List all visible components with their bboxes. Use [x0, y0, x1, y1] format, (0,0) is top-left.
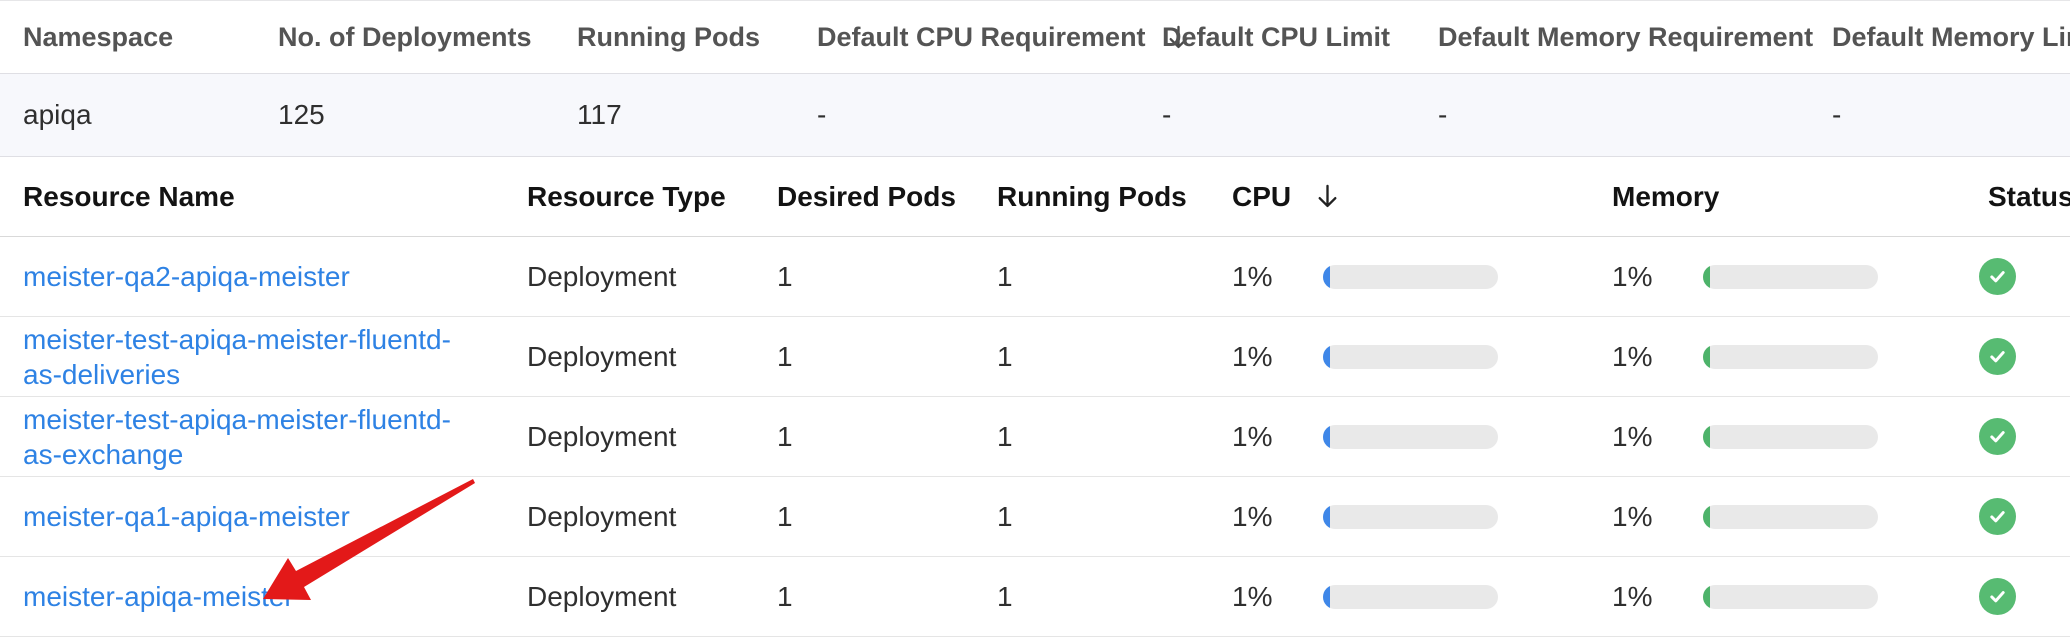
memory-value: 1% — [1612, 421, 1703, 453]
table-row: meister-qa1-apiqa-meister Deployment 1 1… — [0, 477, 2070, 557]
desired-pods: 1 — [777, 501, 997, 533]
cpu-progress-bar — [1323, 585, 1498, 609]
resource-type: Deployment — [527, 501, 777, 533]
resource-link[interactable]: meister-qa1-apiqa-meister — [23, 499, 350, 534]
default-memory-requirement-value: - — [1438, 99, 1832, 131]
cpu-value: 1% — [1232, 421, 1323, 453]
col-header-running-pods[interactable]: Running Pods — [997, 181, 1232, 213]
col-header-cpu[interactable]: CPU — [1232, 181, 1612, 213]
table-row: meister-test-apiqa-meister-fluentd-as-de… — [0, 317, 2070, 397]
memory-progress-bar — [1703, 265, 1878, 289]
resource-name-cell: meister-qa1-apiqa-meister — [23, 499, 527, 534]
table-row: meister-test-apiqa-meister-fluentd-as-ex… — [0, 397, 2070, 477]
cpu-progress-bar — [1323, 425, 1498, 449]
memory-value: 1% — [1612, 341, 1703, 373]
running-pods: 1 — [997, 341, 1232, 373]
resource-type: Deployment — [527, 341, 777, 373]
status-cell — [1988, 258, 2062, 295]
desired-pods: 1 — [777, 341, 997, 373]
desired-pods: 1 — [777, 261, 997, 293]
memory-progress-bar — [1703, 345, 1878, 369]
memory-progress-bar — [1703, 505, 1878, 529]
status-healthy-icon — [1979, 498, 2016, 535]
col-header-desired-pods[interactable]: Desired Pods — [777, 181, 997, 213]
namespace-name: apiqa — [23, 99, 278, 131]
resource-name-cell: meister-qa2-apiqa-meister — [23, 259, 527, 294]
resource-table: Resource Name Resource Type Desired Pods… — [0, 157, 2070, 637]
col-header-resource-type[interactable]: Resource Type — [527, 181, 777, 213]
col-header-default-memory-limit[interactable]: Default Memory Limit — [1832, 22, 2070, 53]
memory-value: 1% — [1612, 261, 1703, 293]
table-row: meister-apiqa-meister Deployment 1 1 1% … — [0, 557, 2070, 637]
memory-value: 1% — [1612, 501, 1703, 533]
default-cpu-requirement-value: - — [817, 99, 1162, 131]
desired-pods: 1 — [777, 421, 997, 453]
running-pods: 1 — [997, 501, 1232, 533]
running-pods: 1 — [997, 581, 1232, 613]
resource-name-cell: meister-apiqa-meister — [23, 579, 527, 614]
resource-link[interactable]: meister-apiqa-meister — [23, 579, 294, 614]
cpu-progress-bar — [1323, 265, 1498, 289]
resource-name-cell: meister-test-apiqa-meister-fluentd-as-de… — [23, 322, 527, 392]
col-header-default-cpu-requirement[interactable]: Default CPU Requirement — [817, 22, 1162, 53]
status-healthy-icon — [1979, 338, 2016, 375]
memory-progress-bar — [1703, 425, 1878, 449]
status-healthy-icon — [1979, 418, 2016, 455]
status-healthy-icon — [1979, 578, 2016, 615]
col-header-memory[interactable]: Memory — [1612, 181, 1988, 213]
memory-cell: 1% — [1612, 501, 1988, 533]
resource-type: Deployment — [527, 581, 777, 613]
running-pods: 1 — [997, 261, 1232, 293]
cpu-cell: 1% — [1232, 341, 1612, 373]
namespace-table: Namespace No. of Deployments Running Pod… — [0, 0, 2070, 157]
cpu-cell: 1% — [1232, 581, 1612, 613]
running-pods: 1 — [997, 421, 1232, 453]
col-header-deployments[interactable]: No. of Deployments — [278, 22, 577, 53]
memory-cell: 1% — [1612, 421, 1988, 453]
resource-type: Deployment — [527, 421, 777, 453]
col-header-cpu-label: CPU — [1232, 181, 1291, 213]
desired-pods: 1 — [777, 581, 997, 613]
cpu-cell: 1% — [1232, 261, 1612, 293]
memory-cell: 1% — [1612, 341, 1988, 373]
resource-link[interactable]: meister-test-apiqa-meister-fluentd-as-ex… — [23, 402, 475, 472]
resource-type: Deployment — [527, 261, 777, 293]
default-memory-limit-value: - — [1832, 99, 2062, 131]
namespace-row-apiqa[interactable]: apiqa 125 117 - - - - — [0, 73, 2070, 157]
namespace-table-header: Namespace No. of Deployments Running Pod… — [0, 0, 2070, 73]
status-cell — [1988, 498, 2062, 535]
memory-progress-bar — [1703, 585, 1878, 609]
running-pods-count: 117 — [577, 99, 817, 131]
col-header-namespace[interactable]: Namespace — [23, 22, 278, 53]
resource-name-cell: meister-test-apiqa-meister-fluentd-as-ex… — [23, 402, 527, 472]
cpu-progress-bar — [1323, 345, 1498, 369]
default-cpu-limit-value: - — [1162, 99, 1438, 131]
col-header-default-cpu-limit[interactable]: Default CPU Limit — [1162, 22, 1438, 53]
status-healthy-icon — [1979, 258, 2016, 295]
status-cell — [1988, 338, 2062, 375]
col-header-default-cpu-requirement-label: Default CPU Requirement — [817, 22, 1146, 53]
cpu-cell: 1% — [1232, 501, 1612, 533]
memory-cell: 1% — [1612, 581, 1988, 613]
deployments-count: 125 — [278, 99, 577, 131]
col-header-default-memory-requirement[interactable]: Default Memory Requirement — [1438, 22, 1832, 53]
cpu-progress-bar — [1323, 505, 1498, 529]
resource-table-header: Resource Name Resource Type Desired Pods… — [0, 157, 2070, 237]
status-cell — [1988, 578, 2062, 615]
resource-link[interactable]: meister-test-apiqa-meister-fluentd-as-de… — [23, 322, 475, 392]
sort-arrow-down-icon — [1314, 182, 1341, 211]
cpu-value: 1% — [1232, 581, 1323, 613]
status-cell — [1988, 418, 2062, 455]
col-header-status[interactable]: Status — [1988, 181, 2070, 213]
table-row: meister-qa2-apiqa-meister Deployment 1 1… — [0, 237, 2070, 317]
col-header-running-pods[interactable]: Running Pods — [577, 22, 817, 53]
memory-cell: 1% — [1612, 261, 1988, 293]
memory-value: 1% — [1612, 581, 1703, 613]
col-header-resource-name[interactable]: Resource Name — [23, 181, 527, 213]
cpu-cell: 1% — [1232, 421, 1612, 453]
cpu-value: 1% — [1232, 261, 1323, 293]
cpu-value: 1% — [1232, 501, 1323, 533]
cpu-value: 1% — [1232, 341, 1323, 373]
resource-link[interactable]: meister-qa2-apiqa-meister — [23, 259, 350, 294]
